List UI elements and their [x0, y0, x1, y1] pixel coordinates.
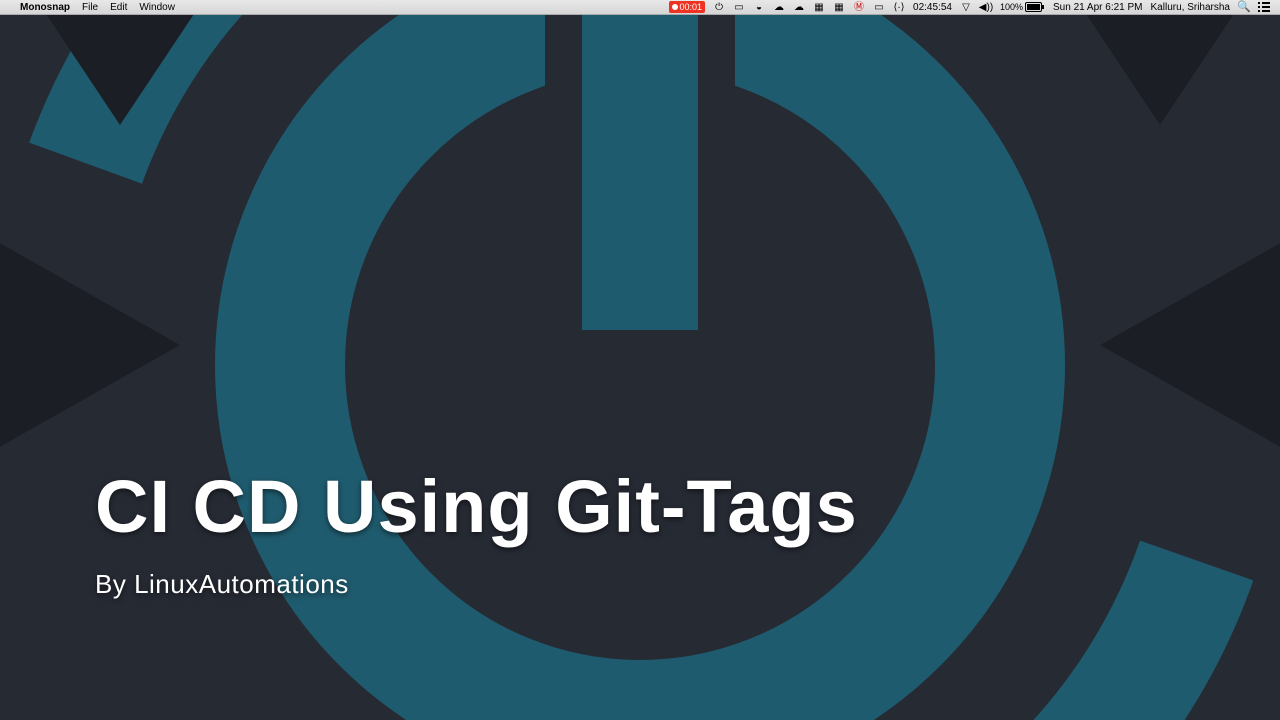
- status-icon-display[interactable]: ▭: [869, 1, 889, 13]
- status-icon-calendar[interactable]: ▦: [809, 1, 829, 13]
- status-icon-1[interactable]: ⏻: [709, 1, 729, 13]
- slide-title-block: CI CD Using Git-Tags By LinuxAutomations: [95, 464, 858, 600]
- menu-bar-right: 00:01 ⏻ ▭ ◒ ☁ ☁ ▦ ▦ Ⓜ ▭ ⟨·⟩ 02:45:54 ▽ ◀…: [665, 0, 1280, 14]
- status-icon-network[interactable]: ⟨·⟩: [889, 1, 909, 13]
- presentation-slide: CI CD Using Git-Tags By LinuxAutomations: [0, 15, 1280, 720]
- status-icon-screenshot[interactable]: ▭: [729, 1, 749, 13]
- menu-window[interactable]: Window: [133, 0, 181, 15]
- battery-icon: [1025, 2, 1045, 12]
- slide-title: CI CD Using Git-Tags: [95, 464, 858, 549]
- volume-icon[interactable]: ◀)): [976, 1, 996, 13]
- status-icon-menu[interactable]: ▦: [829, 1, 849, 13]
- status-timer[interactable]: 02:45:54: [909, 0, 956, 15]
- battery-percent: 100%: [1000, 0, 1023, 15]
- spotlight-icon[interactable]: 🔍: [1234, 1, 1254, 13]
- slide-subtitle: By LinuxAutomations: [95, 569, 858, 600]
- battery-status[interactable]: 100%: [996, 0, 1049, 15]
- menu-file[interactable]: File: [76, 0, 104, 15]
- clock[interactable]: Sun 21 Apr 6:21 PM: [1049, 0, 1147, 15]
- screen-recording-indicator[interactable]: 00:01: [665, 1, 710, 13]
- status-icon-cloud1[interactable]: ☁: [769, 1, 789, 13]
- record-icon: [672, 4, 678, 10]
- notification-center-icon[interactable]: [1254, 2, 1274, 12]
- macos-menu-bar: Monosnap File Edit Window 00:01 ⏻ ▭ ◒ ☁ …: [0, 0, 1280, 15]
- user-name[interactable]: Kalluru, Sriharsha: [1147, 0, 1234, 15]
- wifi-icon[interactable]: ▽: [956, 1, 976, 13]
- status-icon-cloud2[interactable]: ☁: [789, 1, 809, 13]
- recording-time: 00:01: [680, 1, 703, 13]
- app-menu[interactable]: Monosnap: [14, 0, 76, 15]
- status-icon-mcafee[interactable]: Ⓜ: [849, 1, 869, 13]
- status-icon-brave[interactable]: ◒: [749, 1, 769, 13]
- menu-edit[interactable]: Edit: [104, 0, 133, 15]
- slide-background-graphic: [0, 15, 1280, 720]
- menu-bar-left: Monosnap File Edit Window: [0, 0, 181, 14]
